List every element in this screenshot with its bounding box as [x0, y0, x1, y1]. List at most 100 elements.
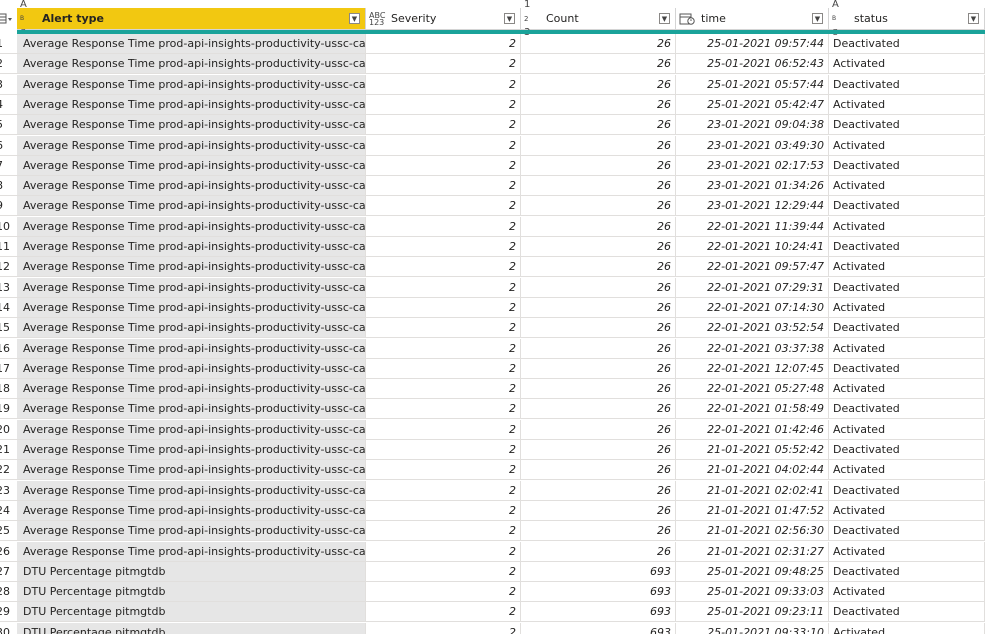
cell-time[interactable]: 22-01-2021 03:37:38 [676, 338, 829, 359]
row-number[interactable]: 9 [0, 196, 17, 217]
cell-count[interactable]: 26 [521, 196, 676, 217]
cell-severity[interactable]: 2 [366, 135, 521, 156]
cell-count[interactable]: 26 [521, 318, 676, 339]
cell-alert-type[interactable]: Average Response Time prod-api-insights-… [17, 440, 366, 460]
table-row[interactable]: 2Average Response Time prod-api-insights… [0, 54, 999, 75]
table-row[interactable]: 28DTU Percentage pitmgtdb269325-01-2021 … [0, 582, 999, 603]
cell-severity[interactable]: 2 [366, 500, 521, 521]
row-number[interactable]: 13 [0, 278, 17, 298]
row-number[interactable]: 16 [0, 339, 17, 359]
cell-time[interactable]: 23-01-2021 02:17:53 [676, 155, 829, 176]
cell-severity[interactable]: 2 [366, 561, 521, 582]
cell-count[interactable]: 26 [521, 358, 676, 379]
cell-alert-type[interactable]: Average Response Time prod-api-insights-… [17, 176, 366, 197]
cell-time[interactable]: 22-01-2021 07:29:31 [676, 277, 829, 298]
cell-count[interactable]: 26 [521, 216, 676, 237]
cell-alert-type[interactable]: Average Response Time prod-api-insights-… [17, 379, 366, 400]
cell-severity[interactable]: 2 [366, 34, 521, 54]
cell-time[interactable]: 22-01-2021 07:14:30 [676, 297, 829, 318]
cell-status[interactable]: Deactivated [829, 602, 985, 623]
table-row[interactable]: 10Average Response Time prod-api-insight… [0, 216, 999, 237]
filter-dropdown-icon[interactable]: ▼ [968, 13, 979, 24]
cell-time[interactable]: 21-01-2021 02:56:30 [676, 521, 829, 542]
cell-severity[interactable]: 2 [366, 521, 521, 542]
cell-alert-type[interactable]: Average Response Time prod-api-insights-… [17, 34, 366, 54]
cell-severity[interactable]: 2 [366, 399, 521, 420]
cell-status[interactable]: Activated [829, 419, 985, 440]
table-row[interactable]: 4Average Response Time prod-api-insights… [0, 94, 999, 115]
cell-time[interactable]: 23-01-2021 12:29:44 [676, 196, 829, 217]
table-row[interactable]: 5Average Response Time prod-api-insights… [0, 115, 999, 136]
cell-time[interactable]: 21-01-2021 04:02:44 [676, 460, 829, 481]
cell-count[interactable]: 26 [521, 94, 676, 115]
cell-severity[interactable]: 2 [366, 297, 521, 318]
cell-time[interactable]: 25-01-2021 06:52:43 [676, 54, 829, 75]
cell-status[interactable]: Deactivated [829, 155, 985, 176]
filter-dropdown-icon[interactable]: ▼ [812, 13, 823, 24]
cell-time[interactable]: 21-01-2021 02:02:41 [676, 480, 829, 501]
cell-count[interactable]: 26 [521, 460, 676, 481]
cell-alert-type[interactable]: Average Response Time prod-api-insights-… [17, 297, 366, 318]
cell-alert-type[interactable]: Average Response Time prod-api-insights-… [17, 541, 366, 562]
cell-count[interactable]: 693 [521, 561, 676, 582]
table-row[interactable]: 22Average Response Time prod-api-insight… [0, 460, 999, 481]
cell-severity[interactable]: 2 [366, 176, 521, 197]
cell-alert-type[interactable]: DTU Percentage pitmgtdb [17, 582, 366, 603]
table-row[interactable]: 26Average Response Time prod-api-insight… [0, 541, 999, 562]
cell-status[interactable]: Activated [829, 54, 985, 75]
cell-count[interactable]: 26 [521, 54, 676, 75]
row-number[interactable]: 29 [0, 602, 17, 623]
row-number[interactable]: 10 [0, 217, 17, 237]
cell-time[interactable]: 25-01-2021 09:57:44 [676, 34, 829, 54]
cell-severity[interactable]: 2 [366, 379, 521, 400]
cell-time[interactable]: 22-01-2021 01:42:46 [676, 419, 829, 440]
row-number[interactable]: 3 [0, 75, 17, 95]
cell-count[interactable]: 26 [521, 257, 676, 278]
cell-status[interactable]: Activated [829, 379, 985, 400]
cell-severity[interactable]: 2 [366, 440, 521, 460]
text-type-icon[interactable]: ABC [832, 0, 850, 37]
cell-count[interactable]: 26 [521, 176, 676, 197]
table-row[interactable]: 11Average Response Time prod-api-insight… [0, 237, 999, 257]
column-header-alert-type[interactable]: ABC Alert type ▼ [17, 0, 366, 37]
cell-time[interactable]: 22-01-2021 12:07:45 [676, 358, 829, 379]
cell-count[interactable]: 26 [521, 338, 676, 359]
row-number[interactable]: 14 [0, 298, 17, 318]
cell-count[interactable]: 693 [521, 582, 676, 603]
cell-status[interactable]: Deactivated [829, 237, 985, 257]
cell-time[interactable]: 22-01-2021 10:24:41 [676, 237, 829, 257]
table-row[interactable]: 6Average Response Time prod-api-insights… [0, 135, 999, 156]
cell-alert-type[interactable]: DTU Percentage pitmgtdb [17, 622, 366, 634]
cell-count[interactable]: 26 [521, 115, 676, 136]
cell-count[interactable]: 26 [521, 277, 676, 298]
cell-time[interactable]: 25-01-2021 09:48:25 [676, 561, 829, 582]
whole-number-type-icon[interactable]: 123 [524, 0, 542, 38]
cell-time[interactable]: 23-01-2021 09:04:38 [676, 115, 829, 136]
cell-count[interactable]: 26 [521, 297, 676, 318]
cell-alert-type[interactable]: Average Response Time prod-api-insights-… [17, 277, 366, 298]
cell-time[interactable]: 23-01-2021 01:34:26 [676, 176, 829, 197]
cell-severity[interactable]: 2 [366, 460, 521, 481]
cell-severity[interactable]: 2 [366, 318, 521, 339]
table-row[interactable]: 24Average Response Time prod-api-insight… [0, 500, 999, 521]
table-row[interactable]: 19Average Response Time prod-api-insight… [0, 399, 999, 420]
row-number[interactable]: 27 [0, 562, 17, 582]
cell-alert-type[interactable]: Average Response Time prod-api-insights-… [17, 399, 366, 420]
table-row[interactable]: 15Average Response Time prod-api-insight… [0, 318, 999, 339]
cell-severity[interactable]: 2 [366, 257, 521, 278]
cell-count[interactable]: 693 [521, 622, 676, 634]
table-row[interactable]: 29DTU Percentage pitmgtdb269325-01-2021 … [0, 602, 999, 623]
column-header-status[interactable]: ABC status ▼ [829, 0, 985, 37]
text-type-icon[interactable]: ABC [20, 0, 38, 37]
cell-time[interactable]: 22-01-2021 09:57:47 [676, 257, 829, 278]
cell-severity[interactable]: 2 [366, 622, 521, 634]
row-number[interactable]: 4 [0, 95, 17, 115]
row-number[interactable]: 28 [0, 582, 17, 603]
cell-count[interactable]: 26 [521, 521, 676, 542]
table-row[interactable]: 30DTU Percentage pitmgtdb269325-01-2021 … [0, 622, 999, 634]
cell-count[interactable]: 693 [521, 602, 676, 623]
row-number[interactable]: 6 [0, 136, 17, 156]
cell-alert-type[interactable]: Average Response Time prod-api-insights-… [17, 318, 366, 339]
cell-count[interactable]: 26 [521, 399, 676, 420]
cell-alert-type[interactable]: Average Response Time prod-api-insights-… [17, 135, 366, 156]
